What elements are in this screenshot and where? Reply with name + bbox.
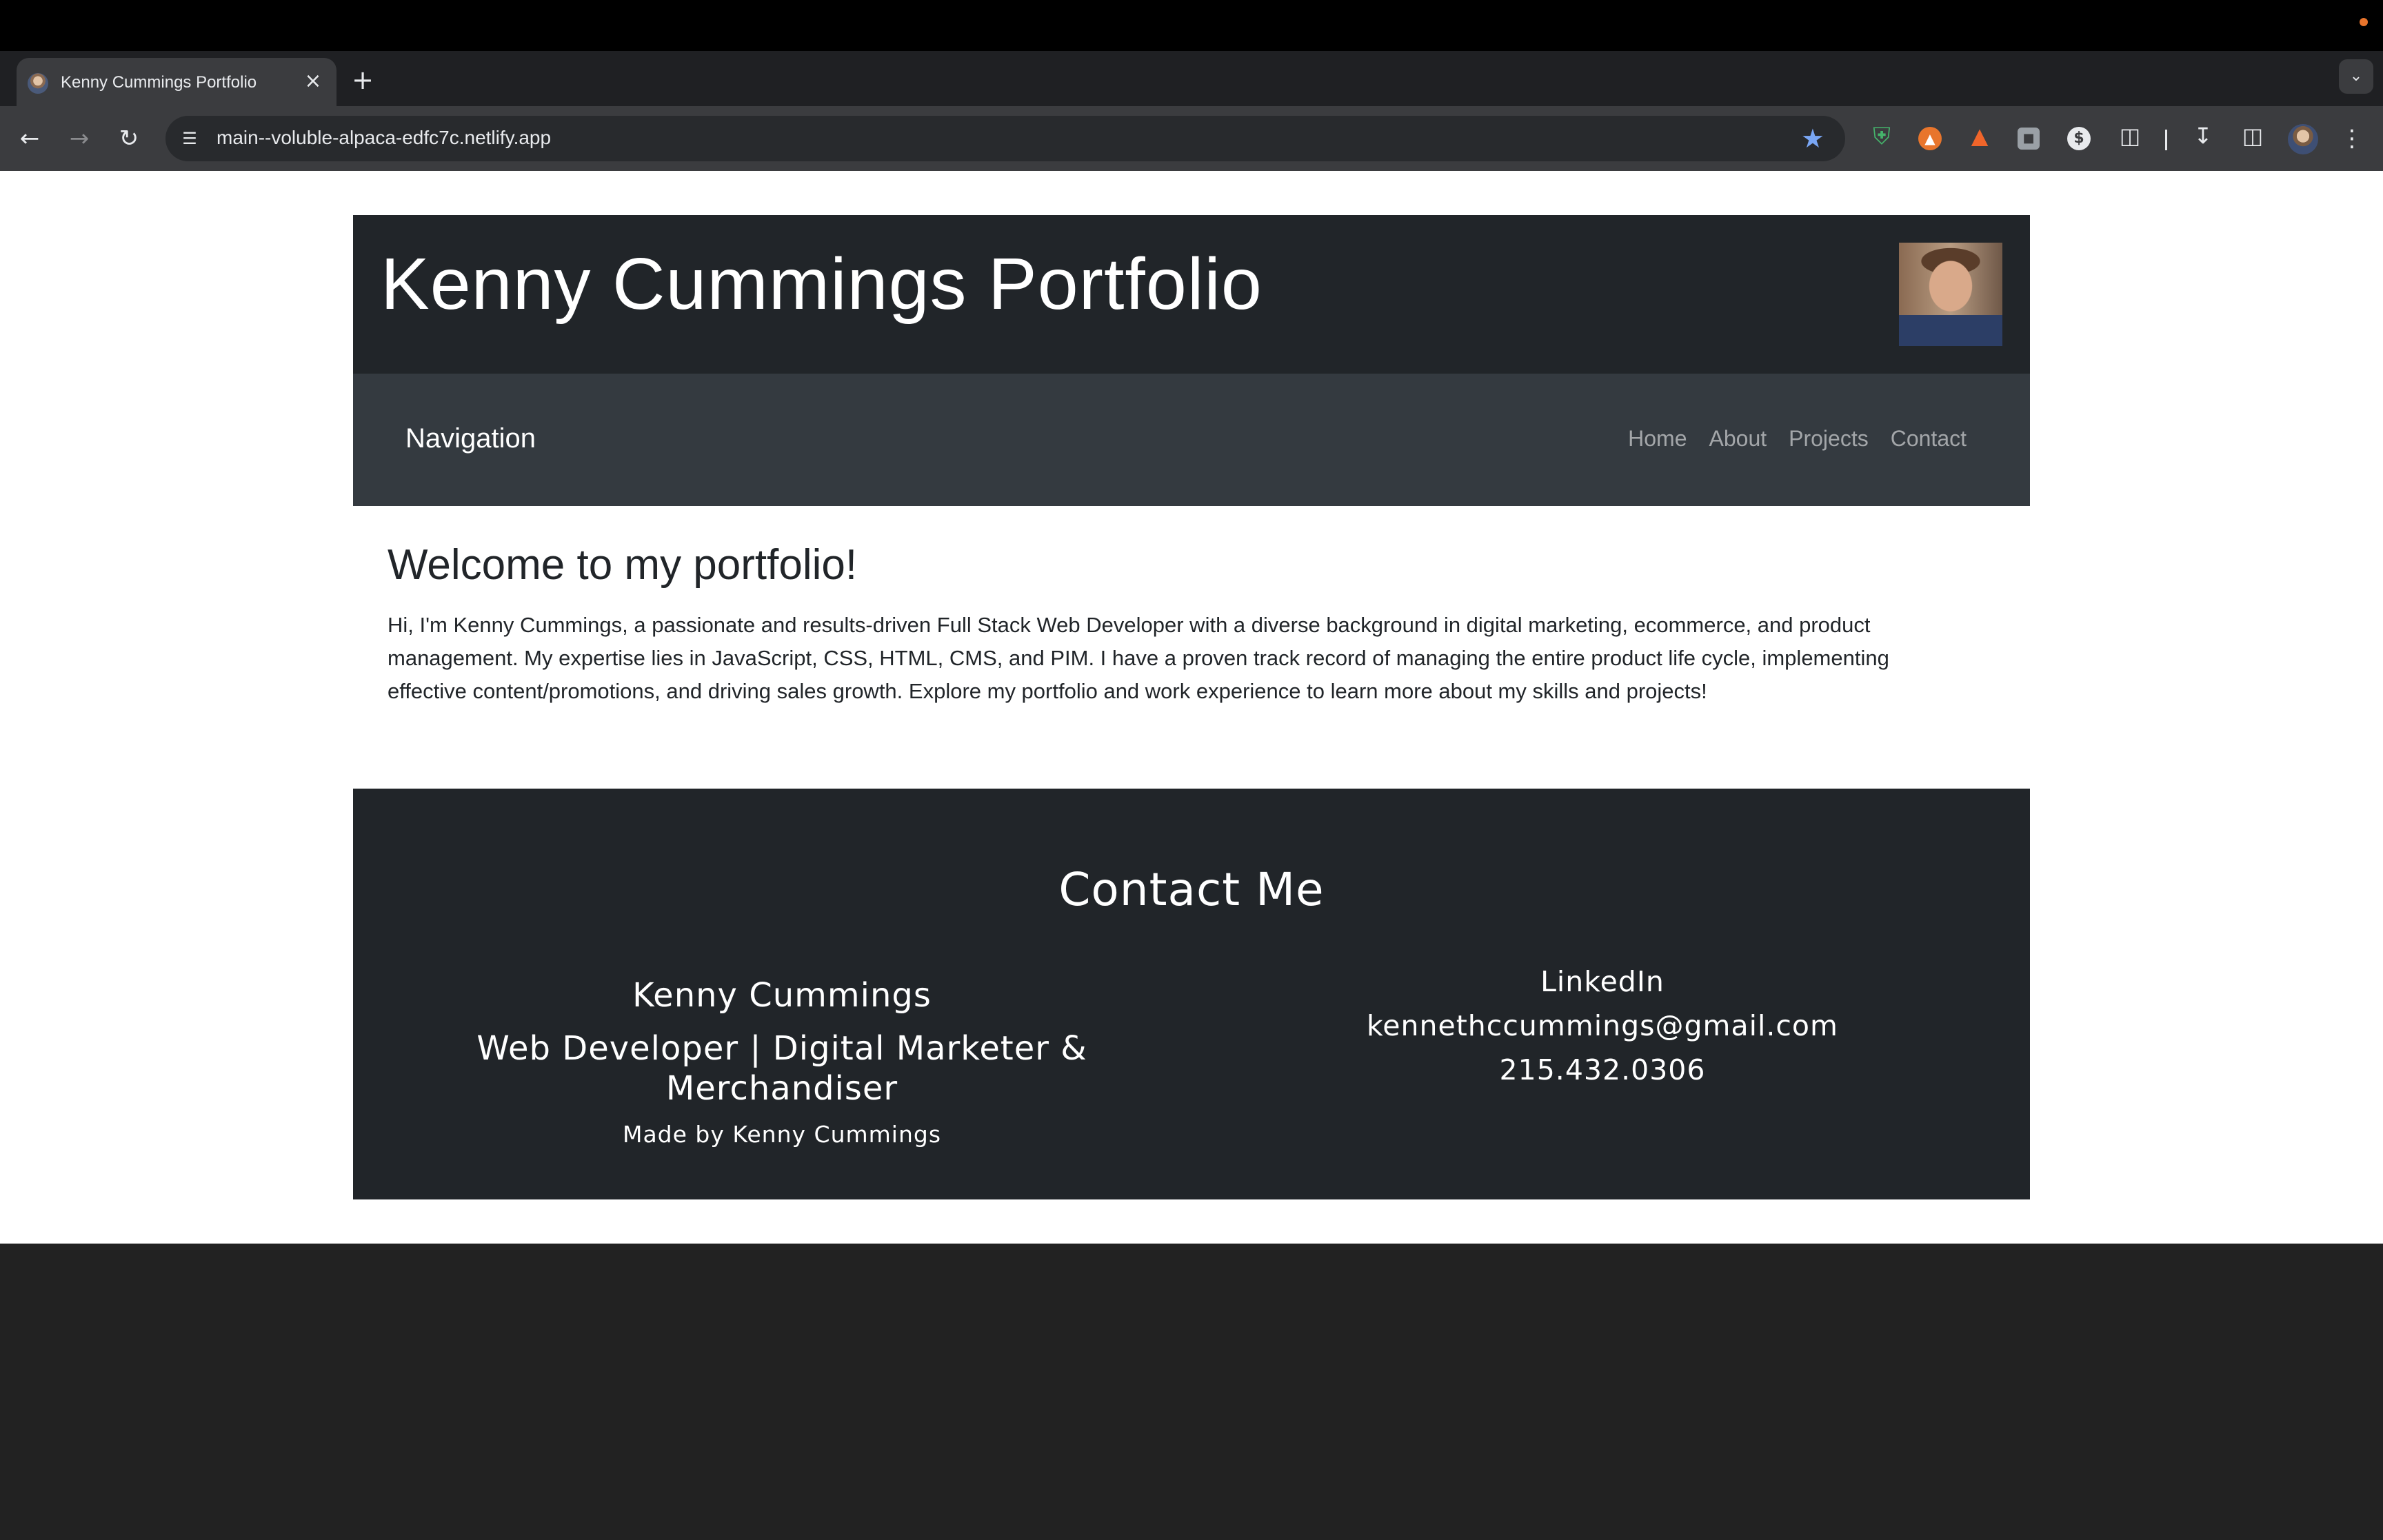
- nav-link-about[interactable]: About: [1709, 426, 1767, 452]
- web-page: Kenny Cummings Portfolio Navigation Home…: [0, 171, 2383, 1244]
- tab-close-button[interactable]: ×: [301, 69, 325, 94]
- recording-indicator-icon: [2360, 18, 2368, 26]
- back-arrow-icon[interactable]: ←: [14, 123, 46, 154]
- profile-avatar-icon[interactable]: [2288, 124, 2318, 154]
- navbar: Navigation Home About Projects Contact: [353, 374, 2030, 506]
- phone-number[interactable]: 215.432.0306: [1243, 1048, 1962, 1092]
- contact-name: Kenny Cummings: [632, 976, 932, 1015]
- contact-role: Web Developer | Digital Marketer & Merch…: [476, 1029, 1087, 1108]
- site-header: Kenny Cummings Portfolio: [353, 215, 2030, 374]
- browser-toolbar: ← → ↻ ☰ main--voluble-alpaca-edfc7c.netl…: [0, 106, 2383, 171]
- address-bar[interactable]: ☰ main--voluble-alpaca-edfc7c.netlify.ap…: [165, 116, 1845, 161]
- contact-heading: Contact Me: [1058, 863, 1325, 916]
- navbar-brand[interactable]: Navigation: [405, 423, 536, 454]
- tab-favicon-icon: [28, 73, 48, 94]
- url-text[interactable]: main--voluble-alpaca-edfc7c.netlify.app: [217, 127, 551, 149]
- reload-icon[interactable]: ↻: [113, 123, 145, 154]
- grey-extension-icon[interactable]: ■: [2018, 128, 2040, 150]
- shield-extension-icon[interactable]: ⛨: [1866, 123, 1898, 154]
- nav-link-home[interactable]: Home: [1628, 426, 1687, 452]
- browser-tab-strip: Kenny Cummings Portfolio × + ⌄: [0, 51, 2383, 106]
- linkedin-link[interactable]: LinkedIn: [1243, 960, 1962, 1004]
- nav-link-projects[interactable]: Projects: [1789, 426, 1869, 452]
- site-info-icon[interactable]: ☰: [177, 125, 203, 152]
- intro-heading: Welcome to my portfolio!: [388, 541, 858, 589]
- forward-arrow-icon[interactable]: →: [63, 123, 95, 154]
- nav-link-contact[interactable]: Contact: [1891, 426, 1967, 452]
- browser-tab-active[interactable]: Kenny Cummings Portfolio ×: [17, 58, 336, 106]
- contact-left-column: Kenny Cummings Web Developer | Digital M…: [422, 975, 1142, 1150]
- profile-photo: [1899, 243, 2002, 346]
- site-title: Kenny Cummings Portfolio: [381, 243, 1263, 325]
- menu-kebab-icon[interactable]: ⋮: [2336, 123, 2368, 154]
- contact-right-column: LinkedIn kennethccummings@gmail.com 215.…: [1243, 960, 1962, 1092]
- bookmark-star-icon[interactable]: ★: [1801, 123, 1824, 154]
- new-tab-button[interactable]: +: [349, 66, 376, 94]
- tab-search-chevron-icon[interactable]: ⌄: [2339, 59, 2373, 94]
- side-panel-icon[interactable]: ◫: [2237, 123, 2269, 154]
- toolbar-divider: [2165, 130, 2167, 150]
- intro-paragraph: Hi, I'm Kenny Cummings, a passionate and…: [388, 613, 1889, 703]
- extensions-puzzle-icon[interactable]: ◫: [2114, 123, 2146, 154]
- s-extension-icon[interactable]: $: [2067, 127, 2091, 150]
- made-by-text: Made by Kenny Cummings: [622, 1121, 942, 1148]
- intro-section: Welcome to my portfolio! Hi, I'm Kenny C…: [388, 540, 1946, 708]
- nav-links: Home About Projects Contact: [1628, 426, 1967, 452]
- download-icon[interactable]: ↧: [2187, 123, 2219, 154]
- orange-extension-icon[interactable]: ▲: [1918, 127, 1942, 150]
- contact-section: Contact Me Kenny Cummings Web Developer …: [353, 789, 2030, 1199]
- tab-title: Kenny Cummings Portfolio: [61, 73, 257, 92]
- email-link[interactable]: kennethccummings@gmail.com: [1243, 1004, 1962, 1048]
- macos-menu-bar: [0, 0, 2383, 51]
- fox-extension-icon[interactable]: ▲: [1964, 123, 1995, 154]
